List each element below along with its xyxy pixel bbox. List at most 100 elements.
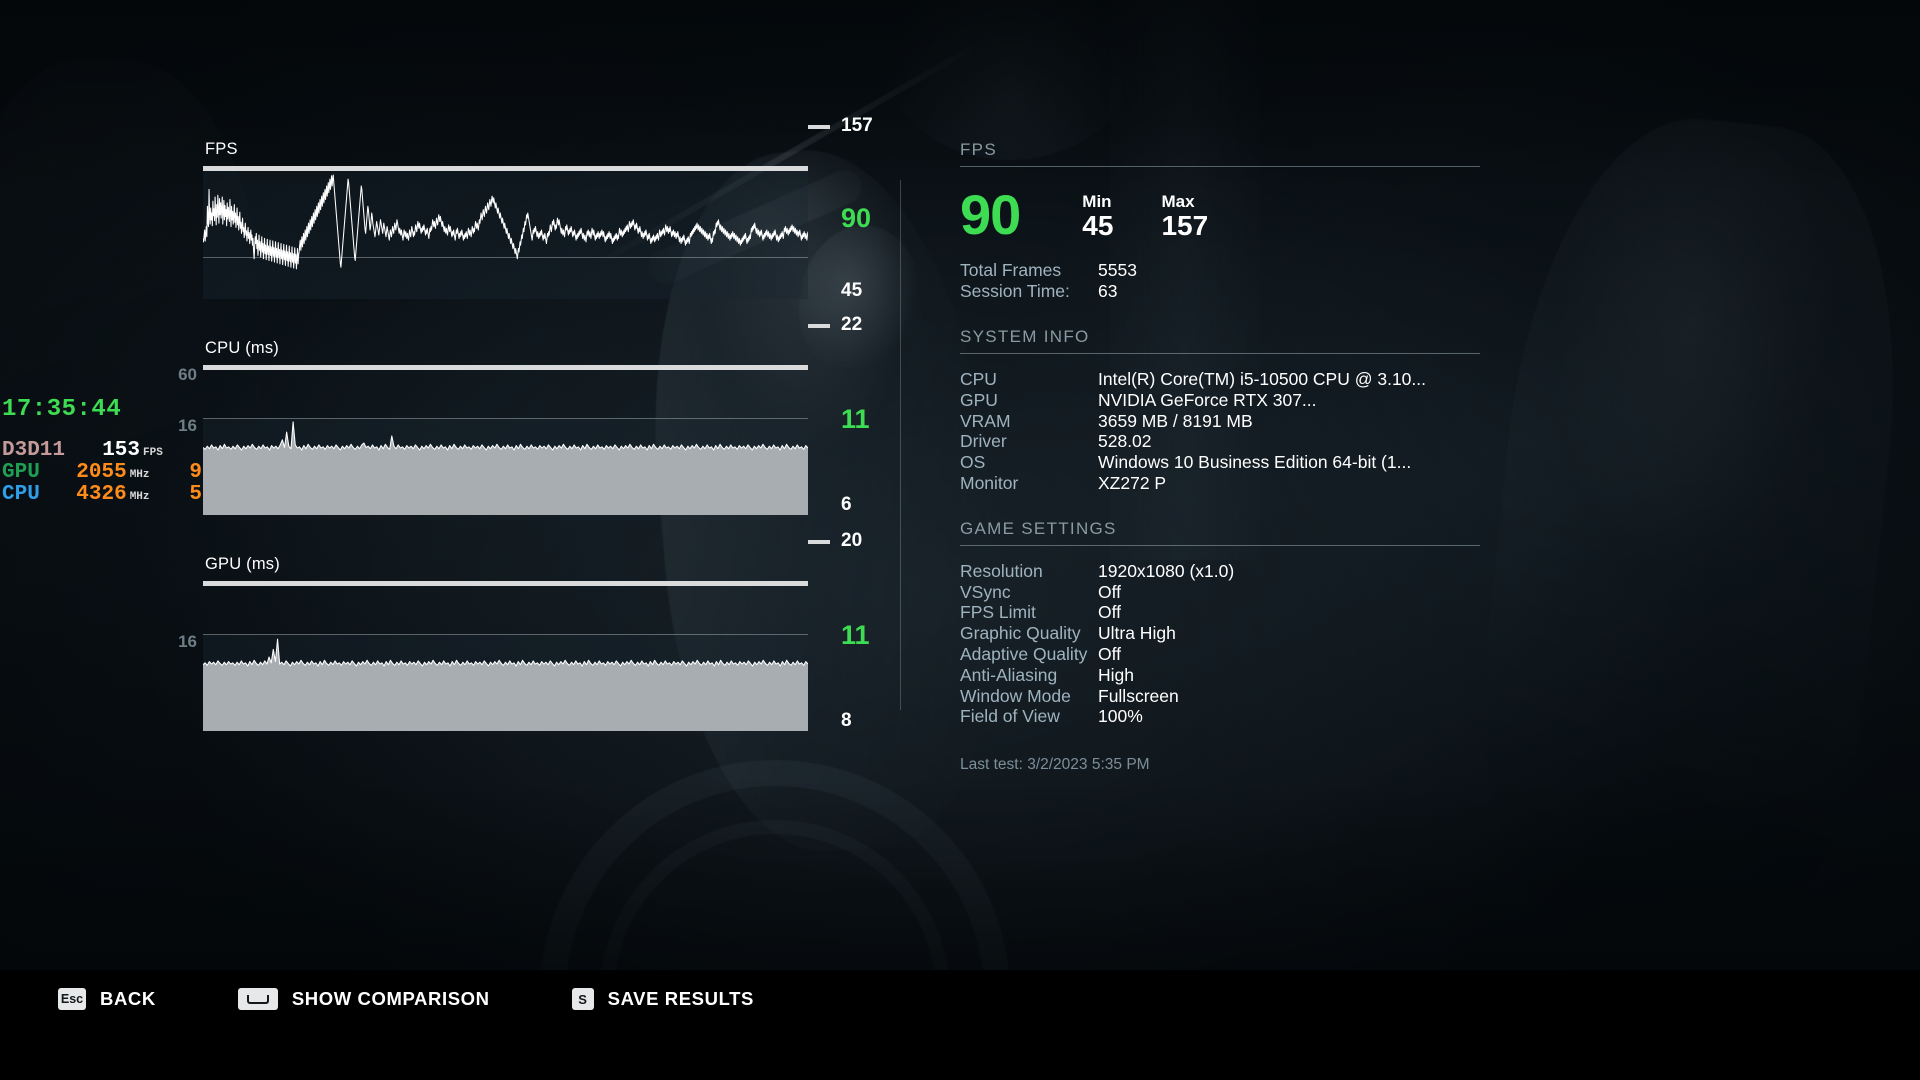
info-row: Window Mode Fullscreen (960, 685, 1480, 706)
info-row: Field of View 100% (960, 707, 1480, 726)
info-row: Monitor XZ272 P (960, 474, 1480, 493)
info-row-value: 1920x1080 (x1.0) (1098, 561, 1235, 581)
info-row-value: NVIDIA GeForce RTX 307... (1098, 390, 1317, 410)
overlay-api-label: D3D11 (2, 439, 66, 462)
info-row-key: Anti-Aliasing (960, 664, 1058, 685)
fps-max-label: Max (1161, 192, 1195, 211)
chart-plot-gpu (203, 634, 808, 731)
fps-min-label: Min (1082, 192, 1112, 211)
chart-title-fps: FPS (205, 140, 238, 158)
overlay-gpu-clock-value: 2055 (76, 461, 127, 484)
spacebar-key-icon (237, 988, 278, 1010)
section-rule-fps (960, 166, 1480, 167)
section-title-system-info: SYSTEM INFO (960, 327, 1090, 346)
bottom-bar (0, 970, 1920, 1080)
info-row-key: Session Time: (960, 281, 1070, 301)
info-row-key: Driver (960, 431, 1007, 452)
info-row: VSync Off (960, 581, 1480, 602)
fps-summary-row: 90 Min 45 Max 157 (960, 183, 1480, 246)
info-row: Anti-Aliasing High (960, 664, 1480, 685)
overlay-gpu-clock-unit: MHz (129, 469, 150, 481)
last-test-timestamp: Last test: 3/2/2023 5:35 PM (960, 756, 1150, 774)
info-row-value: Fullscreen (1098, 686, 1179, 706)
info-row-key: VSync (960, 581, 1011, 602)
chart-gridlabel-fps: 60 (178, 365, 197, 384)
info-row: OS Windows 10 Business Edition 64-bit (1.… (960, 453, 1480, 472)
fps-max-group: Max 157 (1161, 193, 1208, 241)
info-row-value: 528.02 (1098, 432, 1152, 452)
chart-top-rule-gpu (203, 581, 808, 586)
chart-block-cpu: CPU (ms) 16 22 11 6 (178, 314, 870, 515)
chart-axis-current-cpu: 11 (841, 404, 870, 434)
chart-axis-max-gpu: 20 (841, 530, 863, 551)
info-row: CPU Intel(R) Core(TM) i5-10500 CPU @ 3.10… (960, 370, 1480, 389)
section-title-game-settings: GAME SETTINGS (960, 518, 1117, 538)
chart-plot-cpu (203, 418, 808, 515)
chart-axis-max-fps: 157 (841, 115, 873, 136)
chart-tick-cpu-max (808, 324, 830, 328)
chart-axis-min-cpu: 6 (841, 494, 852, 515)
fps-stats-list: Total Frames 5553 Session Time: 63 (960, 261, 1480, 301)
chart-block-gpu: GPU (ms) 16 20 11 8 (178, 530, 870, 731)
info-row-value: Windows 10 Business Edition 64-bit (1... (1098, 453, 1412, 472)
info-row-value: Off (1098, 644, 1122, 664)
info-row-key: OS (960, 452, 986, 473)
chart-gridlabel-cpu: 16 (178, 416, 197, 435)
control-save-results[interactable]: S SAVE RESULTS (571, 988, 754, 1010)
info-row-key: GPU (960, 389, 998, 410)
chart-area-cpu (203, 418, 808, 515)
overlay-gpu-label: GPU (2, 461, 40, 484)
info-row-value: Off (1098, 603, 1122, 623)
chart-axis-current-fps: 90 (841, 203, 872, 233)
overlay-cpu-clock-unit: MHz (129, 491, 150, 503)
control-label-save-results: SAVE RESULTS (607, 988, 754, 1009)
chart-axis-min-gpu: 8 (841, 710, 852, 731)
chart-block-fps: FPS 60 157 90 45 (178, 115, 873, 384)
info-row: Total Frames 5553 (960, 261, 1480, 280)
info-row: GPU NVIDIA GeForce RTX 307... (960, 389, 1480, 410)
chart-title-gpu: GPU (ms) (205, 555, 280, 573)
info-row-key: Monitor (960, 472, 1019, 493)
section-rule-game-settings (960, 544, 1480, 546)
panel-divider (900, 180, 901, 710)
info-row: Adaptive Quality Off (960, 645, 1480, 664)
info-row: FPS Limit Off (960, 603, 1480, 622)
chart-area-fps (203, 171, 808, 299)
info-row-key: Field of View (960, 706, 1060, 727)
chart-tick-gpu-max (808, 540, 830, 544)
info-row-key: Resolution (960, 560, 1043, 581)
info-row-value: XZ272 P (1098, 473, 1167, 493)
charts-column: FPS 60 157 90 45 CPU (ms) 16 22 11 6 GPU… (178, 115, 873, 744)
chart-top-rule-cpu (203, 365, 808, 370)
info-row: Session Time: 63 (960, 282, 1480, 301)
chart-plot-fps (203, 171, 808, 299)
chart-axis-max-cpu: 22 (841, 314, 863, 335)
overlay-api-fps-value: 153 (102, 439, 140, 462)
fps-average-value: 90 (960, 183, 1021, 246)
control-label-back: BACK (100, 988, 156, 1009)
info-row-value: 5553 (1098, 261, 1137, 280)
spacer-after-sysinfo (960, 493, 1480, 519)
chart-axis-min-fps: 45 (841, 280, 863, 301)
system-info-list: CPU Intel(R) Core(TM) i5-10500 CPU @ 3.10… (960, 370, 1480, 493)
info-row-key: VRAM (960, 410, 1011, 431)
info-row-value: 100% (1098, 707, 1143, 727)
system-info-section: SYSTEM INFO CPU Intel(R) Core(TM) i5-1050… (960, 327, 1480, 493)
section-rule-system-info (960, 353, 1480, 354)
info-row-key: Window Mode (960, 685, 1071, 706)
info-row-value: 3659 MB / 8191 MB (1098, 411, 1253, 431)
esc-key-icon: Esc (58, 988, 86, 1010)
benchmark-results-screen: 17:35:44 D3D11 153 FPS GPU 2055 MHz 93 %… (0, 0, 1920, 1080)
control-back[interactable]: Esc BACK (58, 988, 156, 1010)
control-show-comparison[interactable]: SHOW COMPARISON (237, 988, 490, 1010)
fps-min-group: Min 45 (1082, 193, 1113, 241)
section-title-fps: FPS (960, 140, 997, 159)
chart-tick-fps-max (808, 125, 830, 129)
info-row-key: Adaptive Quality (960, 643, 1088, 664)
control-hints: Esc BACK SHOW COMPARISON S SAVE RESULTS (58, 988, 836, 1010)
info-row: Resolution 1920x1080 (x1.0) (960, 560, 1480, 581)
overlay-cpu-label: CPU (2, 483, 40, 506)
control-label-show-comparison: SHOW COMPARISON (291, 988, 490, 1009)
info-row-value: 63 (1098, 282, 1118, 301)
info-row-value: Intel(R) Core(TM) i5-10500 CPU @ 3.10... (1098, 370, 1427, 389)
